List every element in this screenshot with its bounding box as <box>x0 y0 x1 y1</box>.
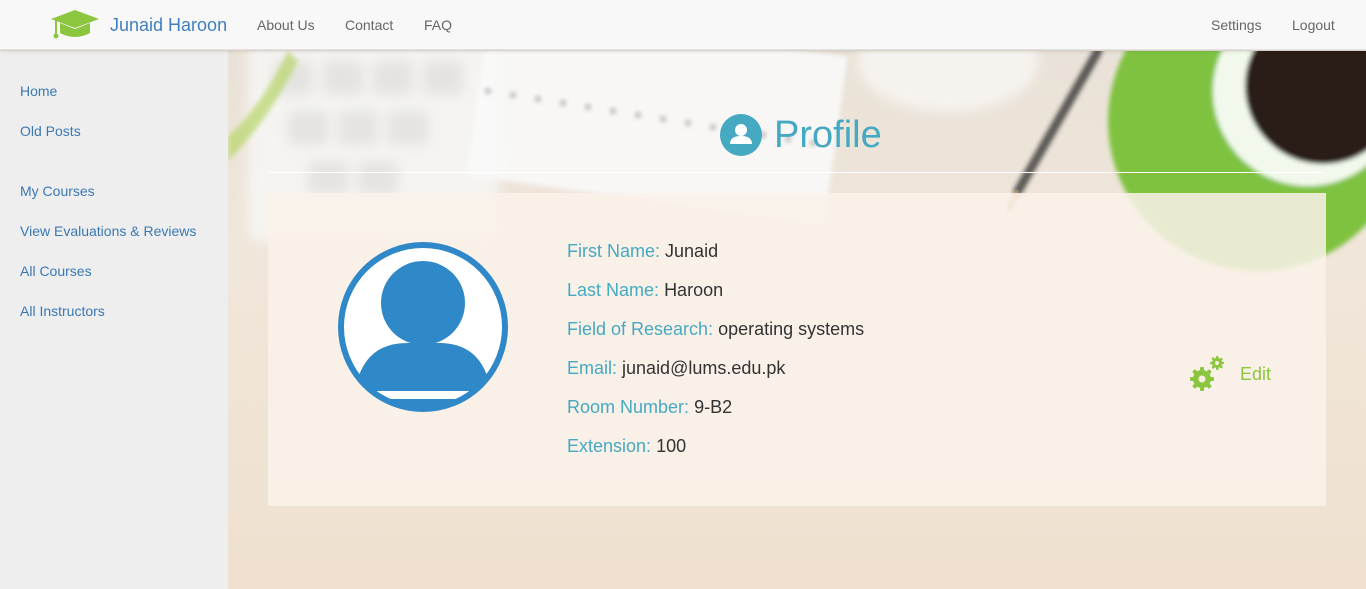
nav-contact[interactable]: Contact <box>345 0 393 50</box>
nav-logout[interactable]: Logout <box>1292 0 1335 50</box>
field-extension: Extension: 100 <box>567 436 686 457</box>
nav-settings[interactable]: Settings <box>1211 0 1262 50</box>
field-value: junaid@lums.edu.pk <box>622 358 786 378</box>
brand[interactable]: Junaid Haroon <box>50 8 227 42</box>
page-title: Profile <box>774 113 882 156</box>
page-header: Profile <box>720 113 882 157</box>
field-value: operating systems <box>718 319 865 339</box>
field-research: Field of Research: operating systems <box>567 319 864 340</box>
sidebar-item-all-instructors[interactable]: All Instructors <box>20 303 105 319</box>
field-label: Last Name: <box>567 280 660 300</box>
graduation-cap-icon <box>51 10 99 39</box>
field-label: Email: <box>567 358 618 378</box>
gears-icon <box>1190 356 1224 391</box>
user-avatar-icon <box>338 242 508 412</box>
field-label: Field of Research: <box>567 319 714 339</box>
nav-about-us[interactable]: About Us <box>257 0 315 50</box>
field-room-number: Room Number: 9-B2 <box>567 397 732 418</box>
profile-card: First Name: Junaid Last Name: Haroon Fie… <box>268 193 1326 506</box>
field-value: 100 <box>656 436 687 456</box>
sidebar-item-my-courses[interactable]: My Courses <box>20 183 95 199</box>
field-label: Extension: <box>567 436 652 456</box>
field-first-name: First Name: Junaid <box>567 241 718 262</box>
sidebar-item-home[interactable]: Home <box>20 83 57 99</box>
sidebar: Home Old Posts My Courses View Evaluatio… <box>0 51 228 589</box>
brand-name[interactable]: Junaid Haroon <box>110 15 227 36</box>
field-label: First Name: <box>567 241 661 261</box>
user-circle-icon <box>720 114 762 156</box>
nav-faq[interactable]: FAQ <box>424 0 452 50</box>
edit-profile-button[interactable]: Edit <box>1188 355 1271 393</box>
header-divider <box>268 172 1326 173</box>
field-value: Junaid <box>665 241 719 261</box>
edit-label[interactable]: Edit <box>1240 364 1271 385</box>
field-value: Haroon <box>664 280 724 300</box>
top-navbar: Junaid Haroon About Us Contact FAQ Setti… <box>0 0 1366 50</box>
field-last-name: Last Name: Haroon <box>567 280 723 301</box>
field-email: Email: junaid@lums.edu.pk <box>567 358 785 379</box>
sidebar-item-view-evaluations[interactable]: View Evaluations & Reviews <box>20 223 196 239</box>
field-label: Room Number: <box>567 397 690 417</box>
sidebar-item-all-courses[interactable]: All Courses <box>20 263 92 279</box>
sidebar-item-old-posts[interactable]: Old Posts <box>20 123 81 139</box>
field-value: 9-B2 <box>694 397 733 417</box>
